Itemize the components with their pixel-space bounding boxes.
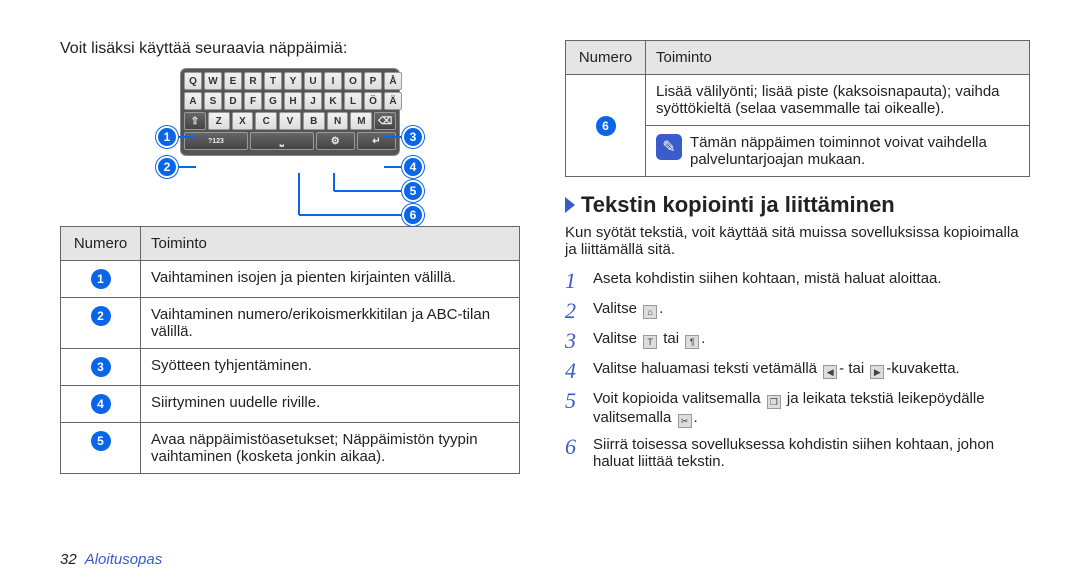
callout-5: 5	[402, 180, 424, 202]
key-u: U	[304, 72, 322, 90]
row6-text: Lisää välilyönti; lisää piste (kaksoisna…	[646, 75, 1030, 126]
key-p: P	[364, 72, 382, 90]
step-4: Valitse haluamasi teksti vetämällä ◀- ta…	[593, 360, 960, 379]
key-x: X	[232, 112, 254, 130]
copy-icon: ❐	[767, 395, 781, 409]
step-5: Voit kopioida valitsemalla ❐ ja leikata …	[593, 390, 1030, 428]
key-å: Å	[384, 72, 402, 90]
key-k: K	[324, 92, 342, 110]
row-text: Siirtyminen uudelle riville.	[141, 386, 520, 423]
enter-key: ↵	[357, 132, 396, 150]
row6-num: 6	[596, 116, 616, 136]
key-ä: Ä	[384, 92, 402, 110]
key-a: A	[184, 92, 202, 110]
cut-icon: ✂	[678, 414, 692, 428]
row-text: Vaihtaminen numero/erikoismerkkitilan ja…	[141, 298, 520, 349]
row-text: Avaa näppäimistöasetukset; Näppäimistön …	[141, 423, 520, 474]
section-sub: Kun syötät tekstiä, voit käyttää sitä mu…	[565, 224, 1030, 258]
key-y: Y	[284, 72, 302, 90]
key-j: J	[304, 92, 322, 110]
th-numero: Numero	[61, 227, 141, 261]
step-2: Valitse ⌂.	[593, 300, 663, 319]
key-i: I	[324, 72, 342, 90]
steps-list: 1Aseta kohdistin siihen kohtaan, mistä h…	[565, 270, 1030, 470]
chevron-icon	[565, 197, 575, 213]
key-n: N	[327, 112, 349, 130]
callout-3: 3	[402, 126, 424, 148]
row-text: Vaihtaminen isojen ja pienten kirjainten…	[141, 261, 520, 298]
drag-left-icon: ◀	[823, 365, 837, 379]
callout-4: 4	[402, 156, 424, 178]
page-number: 32	[60, 551, 77, 568]
settings-key: ⚙	[316, 132, 355, 150]
key-q: Q	[184, 72, 202, 90]
key-e: E	[224, 72, 242, 90]
home-icon: ⌂	[643, 305, 657, 319]
th-numero-r: Numero	[566, 41, 646, 75]
th-toiminto: Toiminto	[141, 227, 520, 261]
th-toiminto-r: Toiminto	[646, 41, 1030, 75]
row-num: 4	[91, 394, 111, 414]
backspace-key: ⌫	[374, 112, 396, 130]
callout-1: 1	[156, 126, 178, 148]
keyboard-diagram: QWERTYUIOPÅ ASDFGHJKLÖÄ ⇧ ZXCVBNM ⌫ ?123…	[160, 68, 420, 196]
row-num: 2	[91, 306, 111, 326]
key-o: O	[344, 72, 362, 90]
page-footer: 32 Aloitusopas	[60, 551, 162, 568]
key-c: C	[255, 112, 277, 130]
row-num: 1	[91, 269, 111, 289]
footer-text: Aloitusopas	[85, 551, 163, 568]
callout-6: 6	[402, 204, 424, 226]
key-d: D	[224, 92, 242, 110]
key-b: B	[303, 112, 325, 130]
key-l: L	[344, 92, 362, 110]
key-g: G	[264, 92, 282, 110]
section-heading: Tekstin kopiointi ja liittäminen	[565, 192, 1030, 218]
key-h: H	[284, 92, 302, 110]
space-key: ⎵	[250, 132, 314, 150]
key-t: T	[264, 72, 282, 90]
step-1: Aseta kohdistin siihen kohtaan, mistä ha…	[593, 270, 942, 287]
shift-key: ⇧	[184, 112, 206, 130]
key-z: Z	[208, 112, 230, 130]
intro-text: Voit lisäksi käyttää seuraavia näppäimiä…	[60, 40, 520, 58]
step-6: Siirrä toisessa sovelluksessa kohdistin …	[593, 436, 1030, 470]
key-ö: Ö	[364, 92, 382, 110]
key-v: V	[279, 112, 301, 130]
key-r: R	[244, 72, 262, 90]
row-text: Syötteen tyhjentäminen.	[141, 349, 520, 386]
symbols-key: ?123	[184, 132, 248, 150]
row-num: 5	[91, 431, 111, 451]
drag-right-icon: ▶	[870, 365, 884, 379]
row-num: 3	[91, 357, 111, 377]
key-w: W	[204, 72, 222, 90]
callout-2: 2	[156, 156, 178, 178]
step-3: Valitse T tai ¶.	[593, 330, 705, 349]
function-table-left: Numero Toiminto 1 Vaihtaminen isojen ja p…	[60, 226, 520, 474]
key-s: S	[204, 92, 222, 110]
note-icon: ✎	[656, 134, 682, 160]
select-t-icon: T	[643, 335, 657, 349]
key-f: F	[244, 92, 262, 110]
note-text: Tämän näppäimen toiminnot voivat vaihdel…	[690, 134, 1019, 168]
function-table-right: Numero Toiminto 6 Lisää välilyönti; lisä…	[565, 40, 1030, 177]
select-alt-icon: ¶	[685, 335, 699, 349]
key-m: M	[350, 112, 372, 130]
